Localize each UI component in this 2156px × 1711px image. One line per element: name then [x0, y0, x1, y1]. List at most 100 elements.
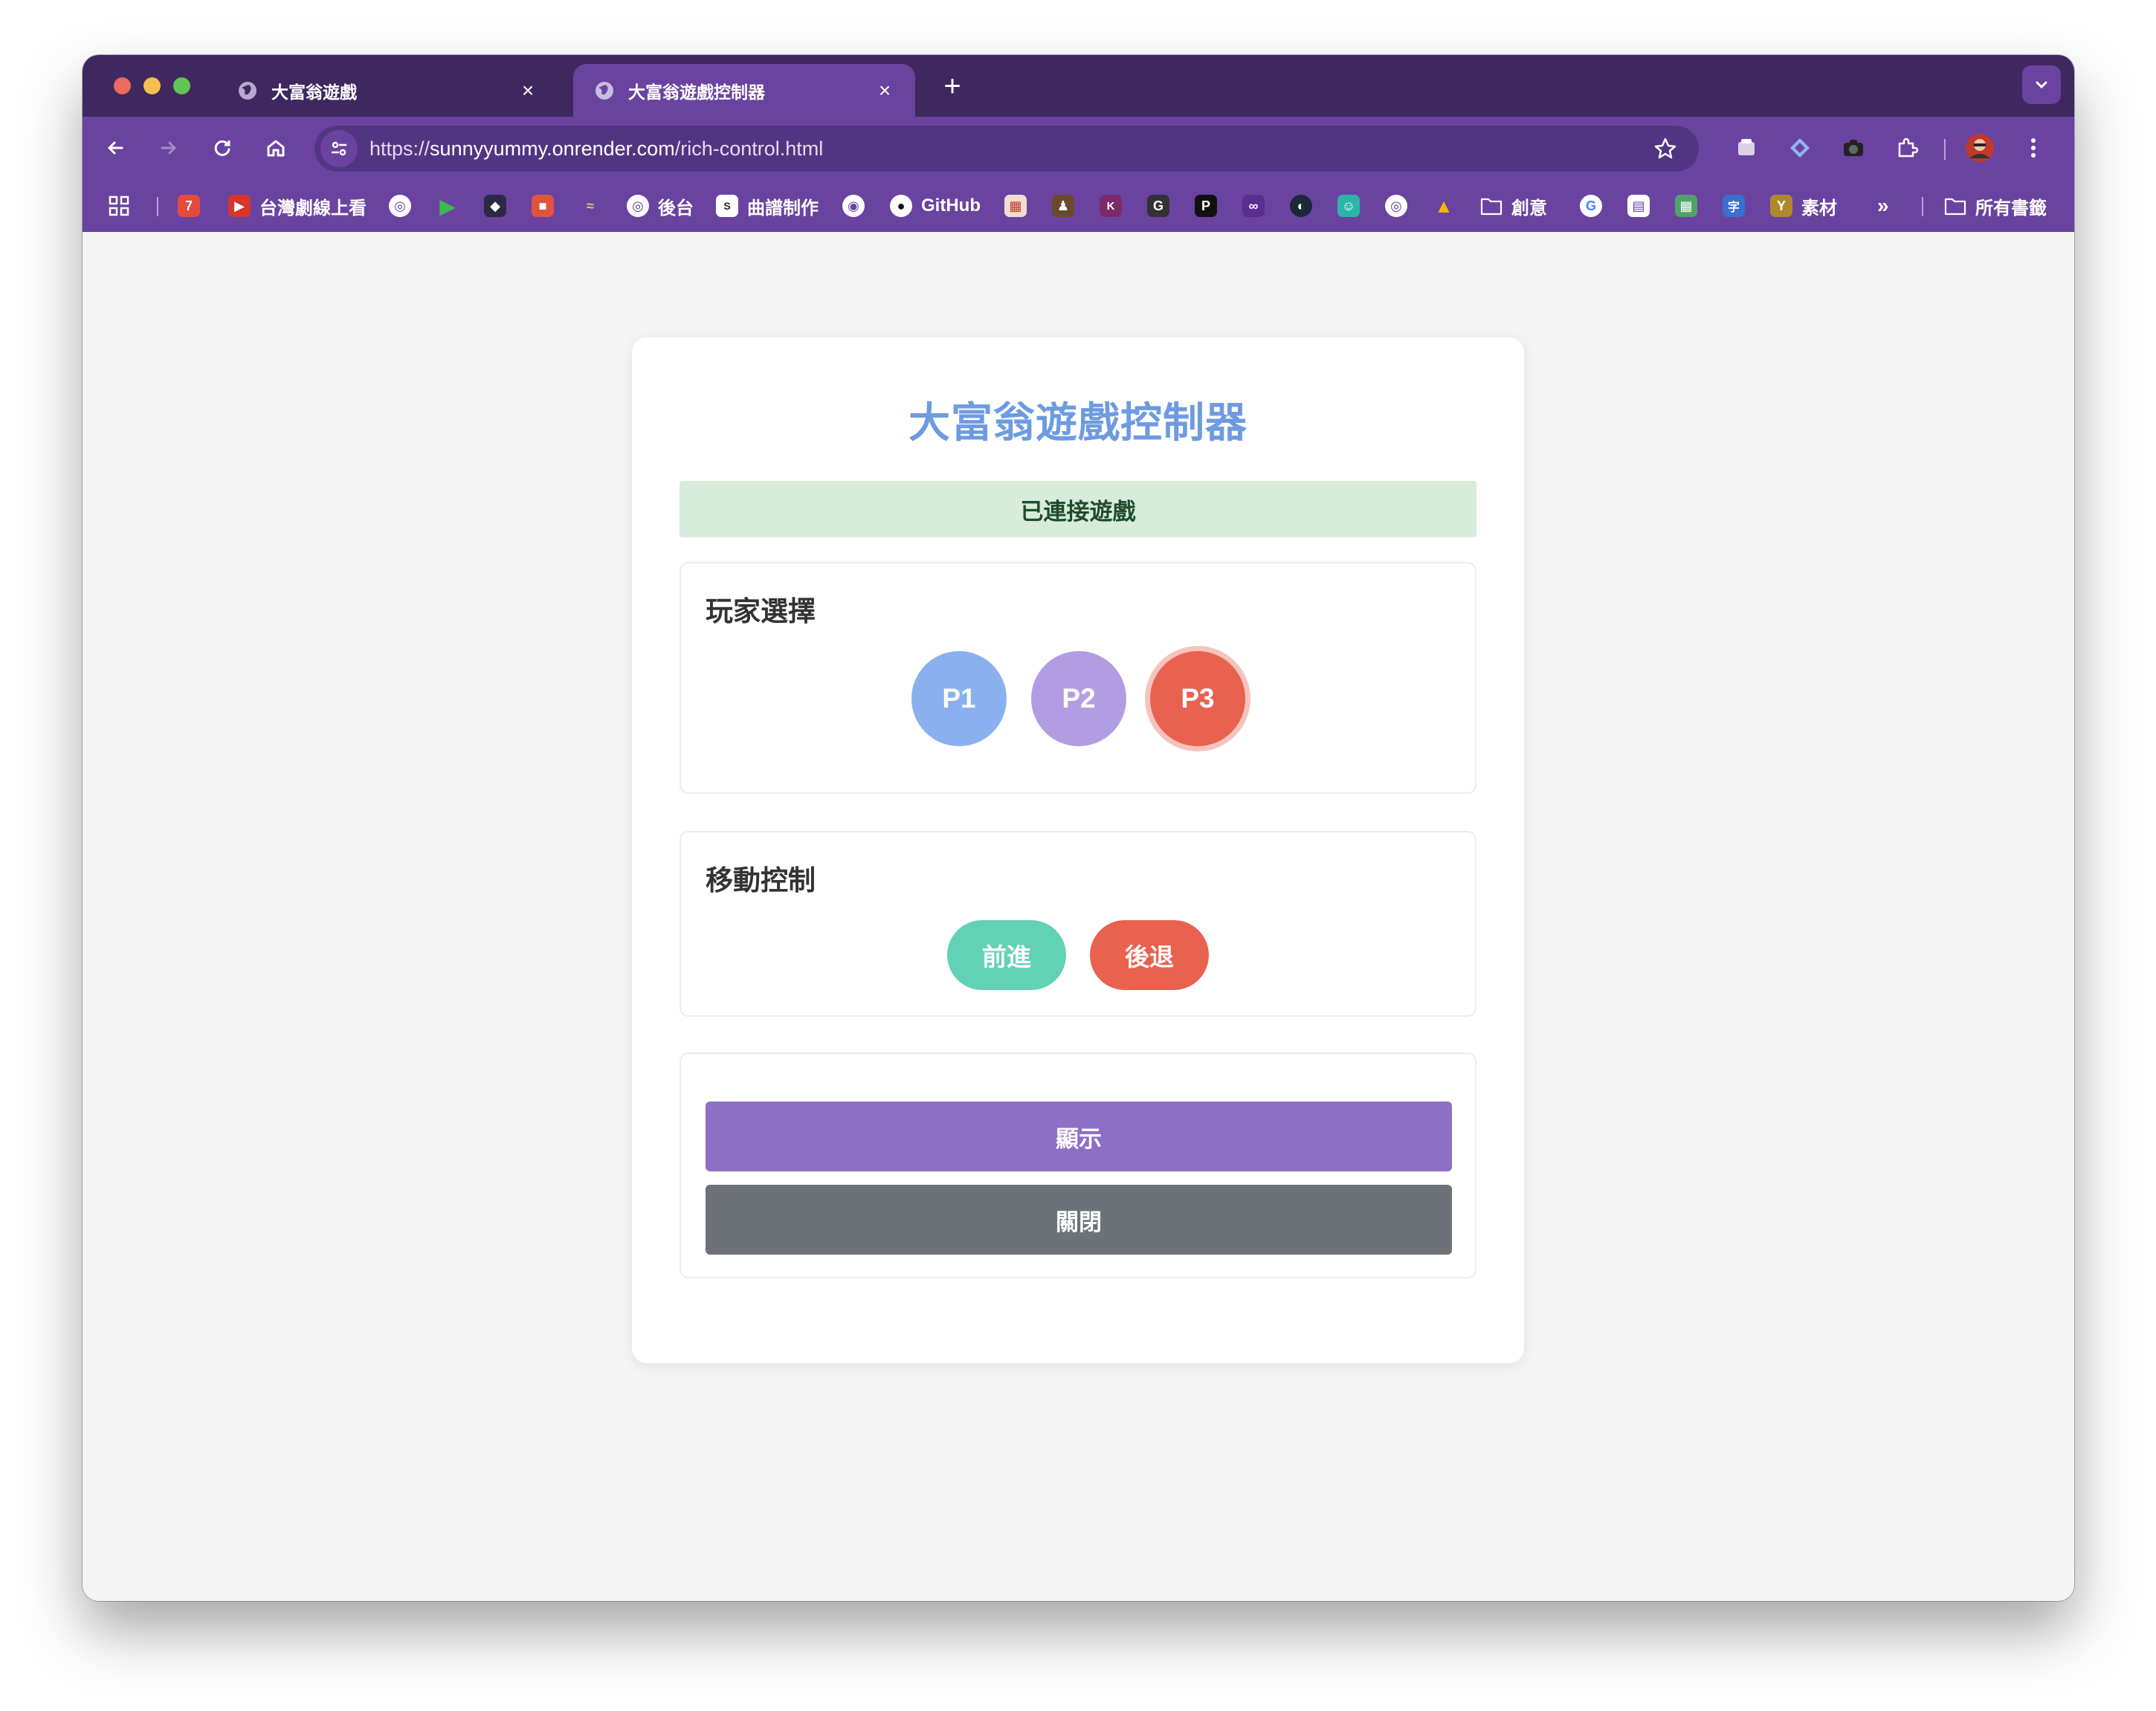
bookmark-item[interactable]: Y 素材 [1770, 193, 1837, 219]
globe-icon: ◎ [627, 195, 649, 217]
bookmark-item[interactable]: ▲ [1433, 193, 1464, 219]
steam-icon: ◐ [1290, 195, 1312, 217]
tab-close-icon[interactable]: × [874, 79, 896, 103]
bookmark-item[interactable]: ◉ [842, 193, 874, 219]
home-icon [267, 140, 285, 157]
tab-close-icon[interactable]: × [517, 79, 539, 103]
dictionary-icon: 字 [1723, 195, 1745, 217]
folder-icon [1944, 195, 1966, 217]
bookmark-item[interactable]: ◐ [1290, 193, 1321, 219]
bookmark-item[interactable]: ● GitHub [890, 193, 981, 219]
tab-title: 大富翁遊戲控制器 [628, 82, 765, 102]
site-info-button[interactable] [320, 130, 358, 167]
bookmark-item[interactable]: ▶ 台灣劇線上看 [228, 193, 367, 219]
bookmarks-divider [157, 197, 158, 216]
camera-icon[interactable] [1837, 132, 1870, 164]
more-menu-icon[interactable] [2017, 132, 2050, 164]
window-zoom-button[interactable] [173, 77, 190, 94]
tab-search-button[interactable] [2022, 65, 2061, 104]
bot-icon: ☺ [1337, 195, 1360, 217]
section-title: 移動控制 [706, 865, 816, 896]
bookmark-item[interactable]: P [1195, 193, 1226, 219]
movement-control-section: 移動控制 前進 後退 [680, 831, 1476, 1017]
bookmark-item[interactable]: ▶ [436, 193, 468, 219]
seven-icon: 7 [178, 195, 200, 217]
extension-archive-icon[interactable] [1730, 132, 1763, 164]
home-button[interactable] [259, 132, 292, 164]
green-play-icon: ▶ [439, 194, 456, 218]
window-minimize-button[interactable] [143, 77, 161, 94]
bookmark-item[interactable]: ≈ [579, 193, 610, 219]
bookmark-item[interactable]: ∞ [1242, 193, 1274, 219]
bag-icon: ■ [532, 195, 554, 217]
map-icon: ▦ [1675, 195, 1697, 217]
g-icon: G [1147, 195, 1169, 217]
tab-game[interactable]: 大富翁遊戲 × [216, 64, 558, 117]
display-actions-section: 顯示 關閉 [680, 1052, 1476, 1278]
address-bar[interactable]: https://sunnyyummy.onrender.com/rich-con… [314, 126, 1699, 172]
patreon-icon: P [1195, 195, 1217, 217]
bookmark-item[interactable]: ♟ [1052, 193, 1083, 219]
drive-icon: ▲ [1434, 194, 1453, 217]
reload-button[interactable] [206, 132, 239, 164]
bookmark-item[interactable]: K [1100, 193, 1131, 219]
bookmark-item[interactable]: G [1147, 193, 1178, 219]
toolbar-divider [1944, 139, 1946, 160]
forward-button[interactable] [152, 132, 185, 164]
grid-icon: ▦ [1004, 195, 1027, 217]
tab-strip: 大富翁遊戲 × 大富翁遊戲控制器 × + [83, 55, 2074, 117]
bookmark-item[interactable]: G [1580, 193, 1611, 219]
bookmark-item[interactable]: ◆ [484, 193, 515, 219]
bookmark-item[interactable]: ▦ [1675, 193, 1706, 219]
arrow-right-icon [161, 141, 177, 155]
all-bookmarks-folder[interactable]: 所有書籤 [1944, 193, 2047, 219]
star-icon[interactable] [1653, 136, 1678, 161]
bookmark-item[interactable]: ◎ [389, 193, 420, 219]
spu-icon: S [716, 195, 738, 217]
play-tv-icon: ▶ [228, 195, 251, 217]
window-close-button[interactable] [114, 77, 131, 94]
show-button[interactable]: 顯示 [706, 1102, 1452, 1171]
bookmark-item[interactable]: ◎ [1385, 193, 1416, 219]
connection-status-banner: 已連接遊戲 [680, 481, 1476, 537]
player-p1-button[interactable]: P1 [911, 651, 1007, 746]
apps-grid-icon[interactable] [108, 193, 130, 219]
bookmarks-overflow-button[interactable]: » [1877, 193, 1889, 219]
browser-toolbar: https://sunnyyummy.onrender.com/rich-con… [83, 117, 2074, 179]
globe-icon: ◎ [389, 195, 411, 217]
url-text: https://sunnyyummy.onrender.com/rich-con… [369, 137, 824, 160]
github-icon: ● [890, 195, 912, 217]
mask-icon: ∞ [1242, 195, 1265, 217]
brand-icon: Y [1770, 195, 1792, 217]
section-title: 玩家選擇 [706, 596, 816, 627]
bookmark-item[interactable]: ☺ [1337, 193, 1369, 219]
page-viewport: 大富翁遊戲控制器 已連接遊戲 玩家選擇 P1 P2 P3 移動控制 前進 後退 … [83, 232, 2074, 1601]
back-button[interactable]: 後退 [1090, 920, 1209, 990]
bookmark-item[interactable]: ◎ 後台 [627, 193, 694, 219]
extensions-puzzle-icon[interactable] [1891, 132, 1923, 164]
bookmark-item[interactable]: S 曲譜制作 [716, 193, 819, 219]
target-icon: ◉ [842, 195, 865, 217]
bookmark-item[interactable]: ▦ [1004, 193, 1036, 219]
player-p3-button[interactable]: P3 [1150, 651, 1245, 746]
player-p2-button[interactable]: P2 [1031, 651, 1126, 746]
tab-controller[interactable]: 大富翁遊戲控制器 × [573, 64, 915, 117]
new-tab-button[interactable]: + [937, 71, 967, 101]
bookmark-item[interactable]: 字 [1723, 193, 1754, 219]
back-button[interactable] [99, 132, 132, 164]
close-button[interactable]: 關閉 [706, 1185, 1452, 1255]
bookmarks-bar: 7 ▶ 台灣劇線上看 ◎ ▶ ◆ ■ ≈ ◎ 後台 S 曲譜制作 ◉ ● GitHub … [83, 179, 2074, 232]
bookmark-item[interactable]: 7 [178, 193, 209, 219]
bookmark-folder[interactable]: 創意 [1480, 193, 1547, 219]
avatar-art-icon: ♟ [1052, 195, 1074, 217]
bookmark-item[interactable]: ▤ [1627, 193, 1659, 219]
bookmarks-divider [1922, 197, 1923, 216]
browser-window: 大富翁遊戲 × 大富翁遊戲控制器 × + https://sunnyyummy.… [83, 55, 2074, 1601]
bookmark-item[interactable]: ■ [532, 193, 563, 219]
extension-diamond-icon[interactable] [1784, 132, 1816, 164]
profile-avatar[interactable] [1963, 132, 1996, 164]
tune-icon [332, 141, 346, 156]
forward-button[interactable]: 前進 [947, 920, 1066, 990]
google-icon: G [1580, 195, 1602, 217]
player-select-section: 玩家選擇 P1 P2 P3 [680, 562, 1476, 794]
